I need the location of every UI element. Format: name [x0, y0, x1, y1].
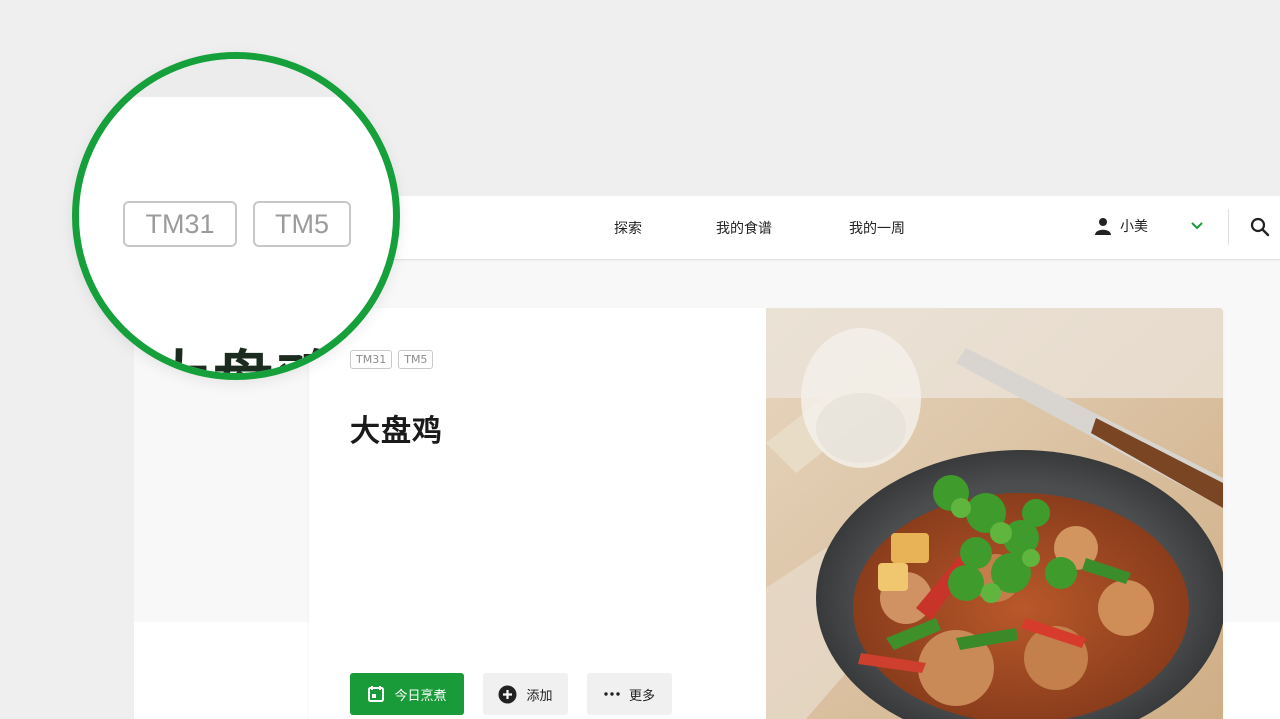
add-label: 添加 — [526, 688, 553, 704]
nav-item-my-recipes[interactable]: 我的食谱 — [716, 218, 772, 238]
magnifier-background — [79, 59, 393, 97]
chevron-down-icon[interactable] — [1190, 218, 1204, 232]
nav-item-my-week[interactable]: 我的一周 — [849, 218, 905, 238]
nav-item-explore[interactable]: 探索 — [614, 218, 642, 238]
user-icon — [1095, 218, 1111, 235]
device-tag: TM5 — [398, 350, 434, 369]
device-tag: TM31 — [350, 350, 393, 369]
search-icon[interactable] — [1250, 217, 1270, 237]
magnified-device-tag: TM5 — [253, 201, 351, 247]
calendar-icon — [368, 686, 385, 702]
plus-circle-icon — [498, 685, 517, 703]
recipe-title: 大盘鸡 — [350, 414, 443, 449]
cook-today-button[interactable]: 今日烹煮 — [350, 673, 464, 715]
recipe-card: TM31 TM5 大盘鸡 今日烹煮 添加 更多 — [309, 308, 1223, 719]
magnifier-callout: TM31 TM5 大盘鸡 — [72, 52, 400, 380]
user-name: 小美 — [1120, 219, 1148, 235]
more-button[interactable]: 更多 — [587, 673, 672, 715]
magnified-recipe-title: 大盘鸡 — [149, 345, 341, 380]
nav-divider — [1228, 209, 1229, 245]
more-label: 更多 — [628, 688, 655, 704]
more-dots-icon — [604, 692, 620, 696]
add-button[interactable]: 添加 — [483, 673, 568, 715]
recipe-photo — [766, 308, 1223, 719]
cook-today-label: 今日烹煮 — [394, 688, 447, 704]
magnified-device-tag: TM31 — [123, 201, 237, 247]
user-menu[interactable]: 小美 — [1094, 216, 1148, 236]
device-tags: TM31 TM5 — [350, 350, 434, 369]
